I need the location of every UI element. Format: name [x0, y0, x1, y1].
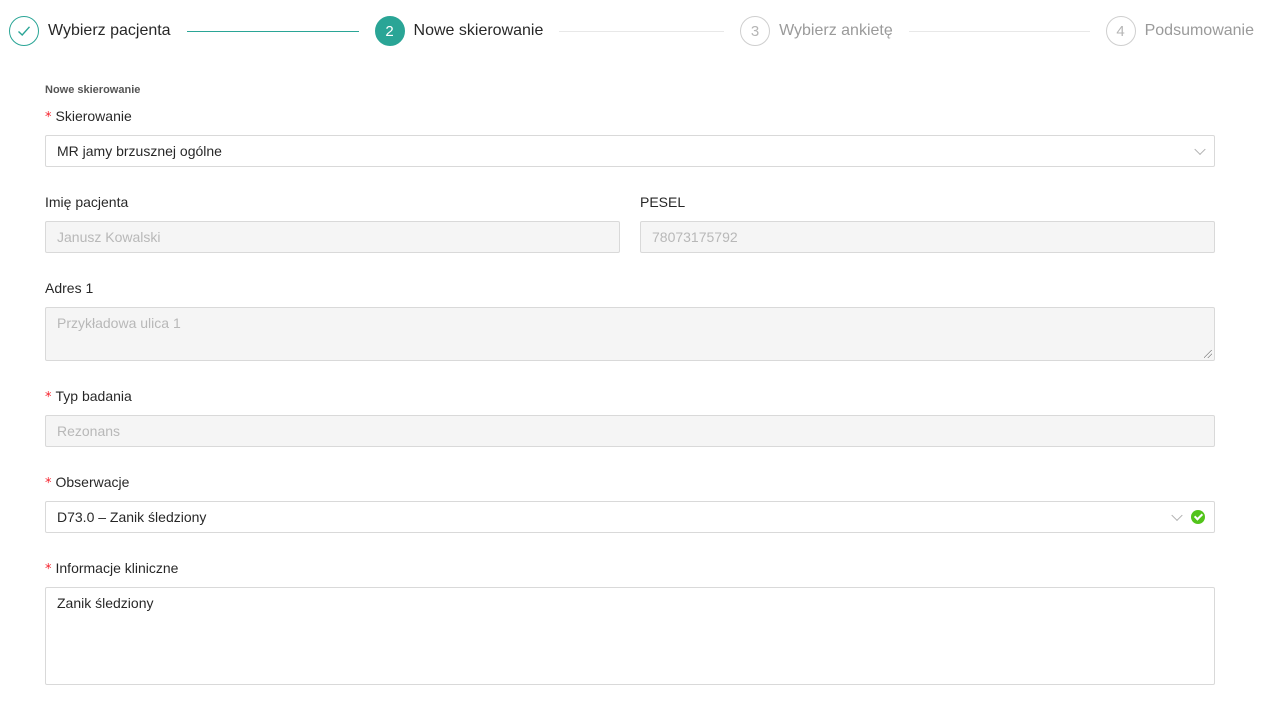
exam-type-field: * Typ badania Rezonans: [45, 385, 1215, 447]
step-select-patient[interactable]: Wybierz pacjenta: [9, 16, 375, 46]
clinical-info-value: Zanik śledziony: [57, 595, 154, 611]
pesel-value: 78073175792: [652, 229, 738, 245]
patient-name-value: Janusz Kowalski: [57, 229, 161, 245]
referral-value: MR jamy brzusznej ogólne: [57, 143, 222, 159]
address-textarea[interactable]: Przykładowa ulica 1: [45, 307, 1215, 361]
referral-select[interactable]: MR jamy brzusznej ogólne: [45, 135, 1215, 167]
referral-label: * Skierowanie: [45, 108, 132, 125]
step-connector: [186, 30, 359, 32]
step-title: Wybierz pacjenta: [48, 22, 171, 39]
section-title: Nowe skierowanie: [45, 84, 141, 96]
referral-field: * Skierowanie MR jamy brzusznej ogólne: [45, 105, 1215, 167]
chevron-down-icon[interactable]: [1171, 509, 1183, 522]
observations-select[interactable]: D73.0 – Zanik śledziony: [45, 501, 1215, 533]
pesel-field: PESEL 78073175792: [640, 191, 1215, 253]
check-icon: [9, 16, 39, 46]
step-connector: [559, 30, 725, 32]
exam-type-input[interactable]: Rezonans: [45, 415, 1215, 447]
step-connector: [908, 30, 1090, 32]
required-mark: *: [45, 476, 52, 491]
patient-name-label: Imię pacjenta: [45, 194, 129, 210]
step-title: Nowe skierowanie: [413, 22, 544, 39]
address-label: Adres 1: [45, 280, 94, 296]
patient-name-input[interactable]: Janusz Kowalski: [45, 221, 620, 253]
clinical-info-field: * Informacje kliniczne Zanik śledziony: [45, 557, 1215, 685]
observations-field: * Obserwacje D73.0 – Zanik śledziony: [45, 471, 1215, 533]
step-summary[interactable]: 4 Podsumowanie: [1105, 16, 1254, 46]
step-number: 3: [740, 16, 771, 46]
step-title: Podsumowanie: [1144, 22, 1254, 39]
patient-name-field: Imię pacjenta Janusz Kowalski: [45, 191, 620, 253]
clinical-info-textarea[interactable]: Zanik śledziony: [45, 587, 1215, 685]
step-number: 4: [1105, 16, 1136, 46]
required-mark: *: [45, 562, 52, 577]
success-check-icon: [1191, 510, 1205, 524]
resize-handle-icon[interactable]: [1204, 350, 1212, 358]
required-mark: *: [45, 110, 52, 125]
step-select-survey[interactable]: 3 Wybierz ankietę: [740, 16, 1106, 46]
chevron-down-icon[interactable]: [1194, 143, 1206, 156]
step-number: 2: [374, 16, 405, 46]
observations-label: * Obserwacje: [45, 474, 130, 491]
steps-progress: Wybierz pacjenta 2 Nowe skierowanie 3 Wy…: [9, 15, 1254, 47]
address-value: Przykładowa ulica 1: [57, 315, 181, 331]
address-field: Adres 1 Przykładowa ulica 1: [45, 277, 1215, 361]
exam-type-label: * Typ badania: [45, 388, 132, 405]
pesel-label: PESEL: [640, 194, 686, 210]
clinical-info-label: * Informacje kliniczne: [45, 560, 179, 577]
step-new-referral[interactable]: 2 Nowe skierowanie: [374, 16, 741, 46]
required-mark: *: [45, 390, 52, 405]
observations-value: D73.0 – Zanik śledziony: [57, 509, 207, 525]
pesel-input[interactable]: 78073175792: [640, 221, 1215, 253]
step-title: Wybierz ankietę: [779, 22, 893, 39]
exam-type-value: Rezonans: [57, 423, 121, 439]
